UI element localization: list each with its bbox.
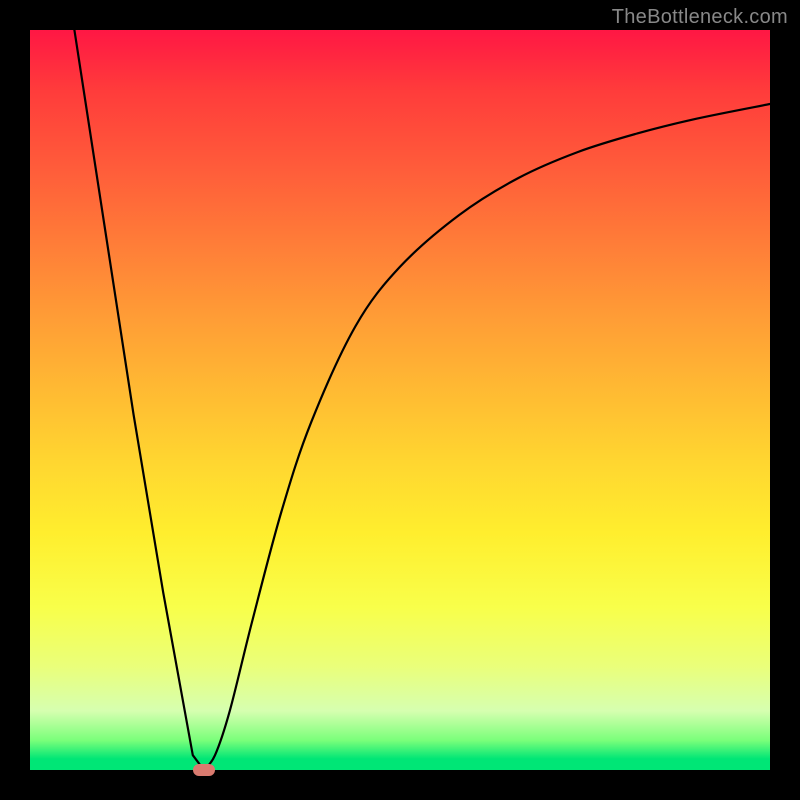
chart-plot-area xyxy=(30,30,770,770)
chart-curve-svg xyxy=(30,30,770,770)
watermark-text: TheBottleneck.com xyxy=(612,6,788,29)
chart-line xyxy=(74,30,770,770)
chart-minimum-marker xyxy=(193,764,215,776)
